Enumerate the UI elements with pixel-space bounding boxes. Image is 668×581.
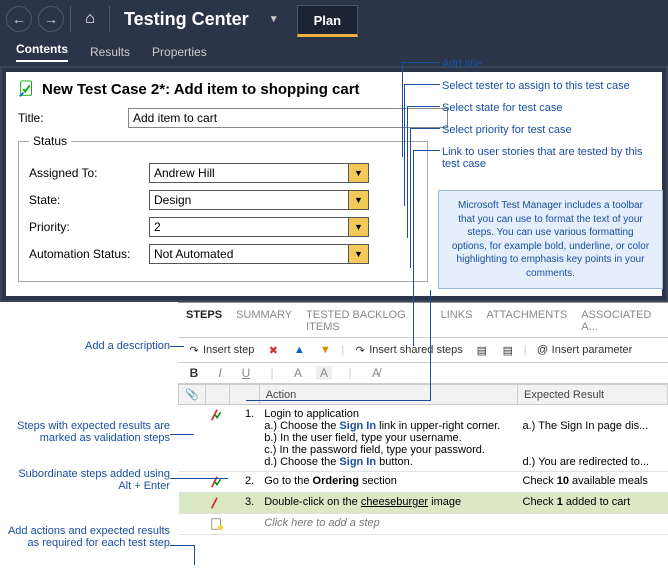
priority-input[interactable] — [149, 217, 349, 237]
divider — [109, 6, 110, 32]
automation-input[interactable] — [149, 244, 349, 264]
priority-label: Priority: — [29, 220, 149, 234]
automation-dropdown-button[interactable]: ▼ — [349, 244, 369, 264]
steps-grid: 📎 Action Expected Result 1. Login to app… — [178, 384, 668, 535]
steps-panel: STEPS SUMMARY TESTED BACKLOG ITEMS LINKS… — [178, 302, 668, 535]
action-cell[interactable]: Double-click on the cheeseburger image — [259, 493, 517, 514]
assignedto-input[interactable] — [149, 163, 349, 183]
annotation-add-actions: Add actions and expected results as requ… — [0, 525, 170, 549]
action-cell[interactable]: Login to application a.) Choose the Sign… — [259, 405, 517, 472]
tooltip-format: Microsoft Test Manager includes a toolba… — [438, 190, 663, 289]
move-up-button[interactable]: ▲ — [289, 342, 309, 358]
expected-cell[interactable]: a.) The Sign In page dis... d.) You are … — [518, 405, 668, 472]
highlight-button[interactable]: A — [316, 366, 332, 380]
shared-step-icon: ↷ — [353, 343, 367, 357]
annotation-select-priority: Select priority for test case — [442, 124, 572, 136]
underline-button[interactable]: U — [238, 366, 254, 380]
bold-button[interactable]: B — [186, 366, 202, 380]
tab-plan[interactable]: Plan — [297, 5, 358, 37]
step-number: 1. — [229, 405, 259, 472]
add-step-hint[interactable]: Click here to add a step — [259, 514, 517, 535]
state-label: State: — [29, 193, 149, 207]
create-shared-button[interactable]: ▤ — [472, 342, 492, 358]
tab-summary[interactable]: SUMMARY — [236, 309, 292, 333]
open-icon: ▤ — [501, 343, 515, 357]
testcase-icon — [18, 80, 36, 98]
divider — [70, 6, 71, 32]
add-step-row[interactable]: Click here to add a step — [179, 514, 668, 535]
tab-contents[interactable]: Contents — [16, 42, 68, 62]
steps-tabs: STEPS SUMMARY TESTED BACKLOG ITEMS LINKS… — [178, 303, 668, 338]
annotation-add-description: Add a description — [60, 340, 170, 352]
annotation-add-title: Add title — [442, 58, 482, 70]
step-number: 3. — [229, 493, 259, 514]
italic-button[interactable]: I — [212, 366, 228, 380]
delete-icon: ✖ — [266, 343, 280, 357]
font-color-button[interactable]: A — [290, 366, 306, 380]
title-input[interactable] — [128, 108, 448, 128]
tab-attachments[interactable]: ATTACHMENTS — [486, 309, 567, 333]
status-legend: Status — [29, 134, 71, 148]
tab-properties[interactable]: Properties — [152, 45, 207, 59]
state-dropdown-button[interactable]: ▼ — [349, 190, 369, 210]
move-down-button[interactable]: ▼ — [315, 342, 335, 358]
action-cell[interactable]: Go to the Ordering section — [259, 472, 517, 493]
annotation-validation: Steps with expected results are marked a… — [10, 420, 170, 444]
insert-shared-button[interactable]: ↷Insert shared steps — [350, 342, 466, 358]
assignedto-label: Assigned To: — [29, 166, 149, 180]
step-row[interactable]: 1. Login to application a.) Choose the S… — [179, 405, 668, 472]
delete-step-button[interactable]: ✖ — [263, 342, 283, 358]
tab-results[interactable]: Results — [90, 45, 130, 59]
step-row[interactable]: 2. Go to the Ordering section Check 10 a… — [179, 472, 668, 493]
top-navbar: ← → ⌂ Testing Center ▼ Plan — [0, 0, 668, 38]
tab-steps[interactable]: STEPS — [186, 309, 222, 333]
app-title: Testing Center — [124, 9, 249, 30]
forward-button[interactable]: → — [38, 6, 64, 32]
annotation-subordinate: Subordinate steps added using Alt + Ente… — [10, 468, 170, 492]
tab-links[interactable]: LINKS — [441, 309, 473, 333]
page-title: New Test Case 2*: Add item to shopping c… — [42, 81, 360, 98]
tab-associated[interactable]: ASSOCIATED A... — [581, 309, 660, 333]
expected-cell[interactable]: Check 10 available meals — [518, 472, 668, 493]
state-input[interactable] — [149, 190, 349, 210]
format-toolbar: B I U | A A | A̸ — [178, 363, 668, 384]
validation-step-icon — [210, 408, 224, 422]
arrow-down-icon: ▼ — [318, 343, 332, 357]
insert-step-button[interactable]: ↷Insert step — [184, 342, 257, 358]
at-icon: @ — [536, 343, 550, 357]
annotation-link-stories: Link to user stories that are tested by … — [442, 146, 652, 170]
expected-cell[interactable]: Check 1 added to cart — [518, 493, 668, 514]
home-icon[interactable]: ⌂ — [77, 6, 103, 32]
sub-tabs: Contents Results Properties — [0, 38, 668, 66]
col-action: Action — [259, 385, 517, 405]
insert-step-icon: ↷ — [187, 343, 201, 357]
automation-label: Automation Status: — [29, 247, 149, 261]
chevron-down-icon[interactable]: ▼ — [269, 14, 279, 25]
title-label: Title: — [18, 111, 128, 125]
col-attachment: 📎 — [179, 385, 206, 405]
insert-param-button[interactable]: @Insert parameter — [533, 342, 636, 358]
status-group: Status Assigned To: ▼ State: ▼ Priority: — [18, 134, 428, 282]
new-shared-icon: ▤ — [475, 343, 489, 357]
annotation-select-state: Select state for test case — [442, 102, 562, 114]
arrow-up-icon: ▲ — [292, 343, 306, 357]
priority-dropdown-button[interactable]: ▼ — [349, 217, 369, 237]
open-shared-button[interactable]: ▤ — [498, 342, 518, 358]
step-number: 2. — [229, 472, 259, 493]
back-button[interactable]: ← — [6, 6, 32, 32]
annotation-select-tester: Select tester to assign to this test cas… — [442, 80, 630, 92]
assignedto-dropdown-button[interactable]: ▼ — [349, 163, 369, 183]
new-step-icon — [210, 517, 224, 531]
step-icon — [210, 496, 224, 510]
steps-toolbar: ↷Insert step ✖ ▲ ▼ | ↷Insert shared step… — [178, 338, 668, 363]
step-row-selected[interactable]: 3. Double-click on the cheeseburger imag… — [179, 493, 668, 514]
tab-backlog[interactable]: TESTED BACKLOG ITEMS — [306, 309, 427, 333]
clear-format-button[interactable]: A̸ — [368, 366, 384, 380]
col-expected: Expected Result — [518, 385, 668, 405]
